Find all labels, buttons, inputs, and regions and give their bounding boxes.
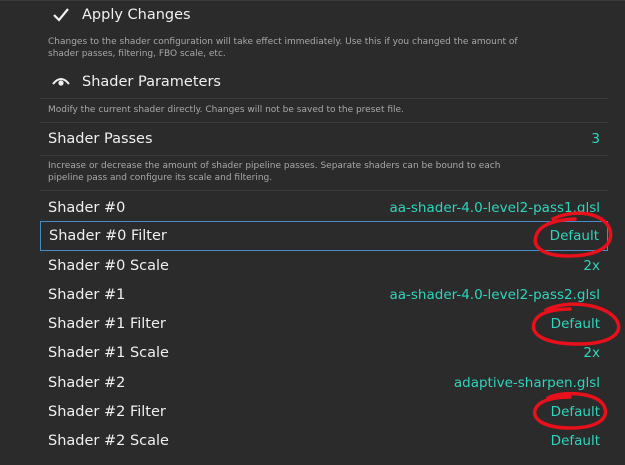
shader-1-filter-value: Default (550, 315, 600, 332)
shader-0-filter-row[interactable]: Shader #0 Filter Default (40, 221, 608, 251)
shader-2-filter-value: Default (550, 403, 600, 420)
shader-parameters-item[interactable]: Shader Parameters (40, 70, 608, 94)
eye-icon (48, 76, 74, 88)
shader-1-row[interactable]: Shader #1 aa-shader-4.0-level2-pass2.gls… (40, 282, 608, 307)
shader-2-scale-row[interactable]: Shader #2 Scale Default (40, 428, 608, 453)
shader-passes-label: Shader Passes (48, 131, 153, 147)
shader-parameters-label: Shader Parameters (82, 74, 221, 90)
shader-1-label: Shader #1 (48, 286, 126, 303)
divider (40, 190, 608, 191)
shader-2-filter-row[interactable]: Shader #2 Filter Default (40, 399, 608, 424)
shader-passes-value: 3 (591, 131, 600, 147)
shader-0-scale-label: Shader #0 Scale (48, 257, 169, 274)
divider (40, 155, 608, 156)
shader-passes-row[interactable]: Shader Passes 3 (40, 127, 608, 151)
divider (40, 122, 608, 123)
shader-0-label: Shader #0 (48, 199, 126, 216)
apply-changes-description: Changes to the shader configuration will… (48, 37, 518, 59)
shader-1-value: aa-shader-4.0-level2-pass2.glsl (389, 286, 600, 303)
shader-2-filter-label: Shader #2 Filter (48, 403, 166, 420)
shader-0-filter-value: Default (549, 228, 599, 244)
apply-changes-item[interactable]: Apply Changes (40, 3, 608, 27)
shader-passes-description: Increase or decrease the amount of shade… (48, 161, 501, 183)
shader-0-filter-label: Shader #0 Filter (49, 228, 167, 244)
shader-0-scale-row[interactable]: Shader #0 Scale 2x (40, 253, 608, 278)
shader-2-value: adaptive-sharpen.glsl (453, 374, 600, 391)
shader-2-scale-label: Shader #2 Scale (48, 432, 169, 449)
shader-0-scale-value: 2x (583, 257, 600, 274)
divider (40, 98, 608, 99)
shader-0-value: aa-shader-4.0-level2-pass1.glsl (389, 199, 600, 216)
shader-1-scale-row[interactable]: Shader #1 Scale 2x (40, 340, 608, 365)
shader-2-label: Shader #2 (48, 374, 126, 391)
shader-1-filter-row[interactable]: Shader #1 Filter Default (40, 311, 608, 336)
shader-0-row[interactable]: Shader #0 aa-shader-4.0-level2-pass1.gls… (40, 195, 608, 220)
shader-1-scale-value: 2x (583, 344, 600, 361)
shader-parameters-description: Modify the current shader directly. Chan… (48, 105, 404, 115)
shader-2-row[interactable]: Shader #2 adaptive-sharpen.glsl (40, 370, 608, 395)
apply-changes-label: Apply Changes (82, 7, 191, 23)
shader-2-scale-value: Default (550, 432, 600, 449)
checkmark-icon (48, 8, 74, 22)
top-border (0, 0, 625, 1)
shader-1-scale-label: Shader #1 Scale (48, 344, 169, 361)
shader-1-filter-label: Shader #1 Filter (48, 315, 166, 332)
